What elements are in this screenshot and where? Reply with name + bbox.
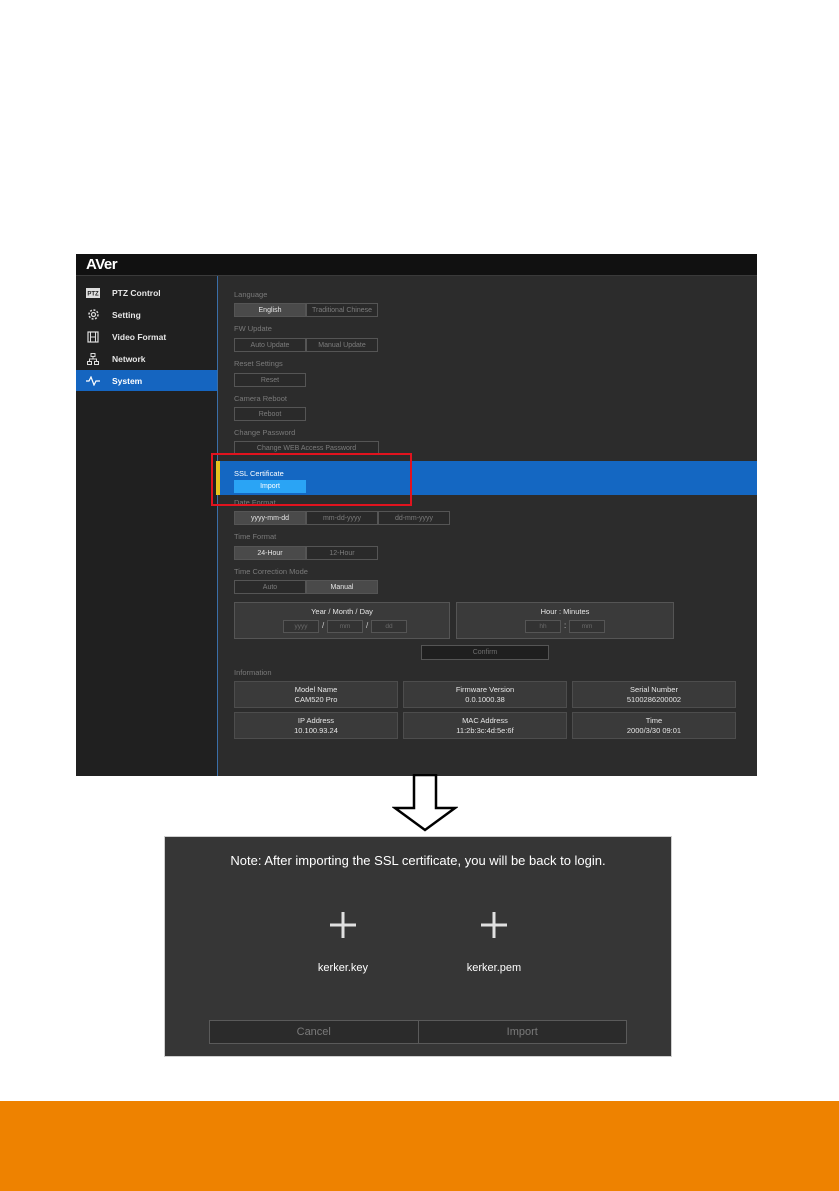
reboot-button[interactable]: Reboot [234,407,306,421]
network-icon [86,352,100,366]
film-icon [86,330,100,344]
hour-input[interactable]: hh [525,620,561,633]
dialog-button-bar: Cancel Import [209,1020,627,1044]
info-title: Time [645,716,663,725]
time-correction-mode-label: Time Correction Mode [234,567,308,576]
time-format-24h-button[interactable]: 24-Hour [234,546,306,560]
info-time: Time 2000/3/30 09:01 [572,712,736,739]
date-format-dmy-button[interactable]: dd-mm-yyyy [378,511,450,525]
info-value: 10.100.93.24 [294,726,338,735]
info-value: 0.0.1000.38 [465,695,505,704]
dialog-note: Note: After importing the SSL certificat… [230,853,606,868]
info-value: 2000/3/30 09:01 [626,726,682,735]
down-arrow-icon [392,774,458,832]
information-label: Information [234,668,272,677]
import-button[interactable]: Import [417,1021,627,1043]
info-model-name: Model Name CAM520 Pro [234,681,398,708]
auto-update-button[interactable]: Auto Update [234,338,306,352]
info-title: Model Name [294,685,338,694]
sidebar-item-ptz-control[interactable]: PTZ PTZ Control [76,282,217,303]
time-mode-manual-button[interactable]: Manual [306,580,378,594]
time-input-group: Hour : Minutes hh : mm [456,602,674,639]
sidebar-item-label: PTZ Control [112,287,161,298]
info-title: IP Address [297,716,335,725]
info-value: CAM520 Pro [294,695,338,704]
key-file-name: kerker.key [317,962,369,974]
date-input-title: Year / Month / Day [311,607,373,616]
time-mode-auto-button[interactable]: Auto [234,580,306,594]
info-firmware-version: Firmware Version 0.0.1000.38 [403,681,567,708]
date-format-ymd-button[interactable]: yyyy-mm-dd [234,511,306,525]
language-label: Language [234,290,268,299]
pem-file-slot[interactable]: kerker.pem [454,907,534,987]
minute-input[interactable]: mm [569,620,605,633]
confirm-button[interactable]: Confirm [421,645,549,660]
day-input[interactable]: dd [371,620,407,633]
time-separator: : [564,621,567,630]
date-input-group: Year / Month / Day yyyy / mm / dd [234,602,450,639]
info-title: Firmware Version [455,685,515,694]
sidebar: PTZ PTZ Control Setting Video Format Net… [76,276,218,776]
ptz-icon: PTZ [86,286,100,300]
sidebar-item-video-format[interactable]: Video Format [76,326,217,347]
sidebar-item-network[interactable]: Network [76,348,217,369]
fw-update-label: FW Update [234,324,272,333]
page-footer-band [0,1101,839,1191]
language-selector: English Traditional Chinese [234,303,378,317]
key-file-slot[interactable]: kerker.key [303,907,383,987]
camera-reboot-label: Camera Reboot [234,394,287,403]
time-input-title: Hour : Minutes [540,607,590,616]
plus-icon[interactable] [480,911,508,939]
info-ip-address: IP Address 10.100.93.24 [234,712,398,739]
info-value: 5100286200002 [626,695,682,704]
change-password-label: Change Password [234,428,296,437]
gear-icon [86,308,100,322]
info-mac-address: MAC Address 11:2b:3c:4d:5e:6f [403,712,567,739]
year-input[interactable]: yyyy [283,620,319,633]
top-bar: AVer [76,254,757,276]
reset-settings-label: Reset Settings [234,359,283,368]
date-separator: / [366,621,369,630]
pulse-icon [86,374,100,388]
info-value: 11:2b:3c:4d:5e:6f [456,726,514,735]
svg-text:PTZ: PTZ [87,291,99,297]
info-title: MAC Address [462,716,508,725]
reset-button[interactable]: Reset [234,373,306,387]
web-ui-screenshot: AVer PTZ PTZ Control Setting Video Forma… [76,254,757,776]
plus-icon[interactable] [329,911,357,939]
aver-logo: AVer [86,256,118,273]
info-serial-number: Serial Number 5100286200002 [572,681,736,708]
sidebar-item-label: Setting [112,309,141,320]
pem-file-name: kerker.pem [466,962,522,974]
sidebar-item-system[interactable]: System [76,370,217,391]
sidebar-item-label: System [112,375,143,386]
sidebar-item-label: Video Format [112,331,167,342]
time-format-12h-button[interactable]: 12-Hour [306,546,378,560]
time-format-selector: 24-Hour 12-Hour [234,546,378,560]
ssl-import-dialog: Note: After importing the SSL certificat… [164,836,672,1057]
time-format-label: Time Format [234,532,277,541]
month-input[interactable]: mm [327,620,363,633]
ssl-callout-highlight [211,453,412,506]
sidebar-item-label: Network [112,353,146,364]
language-english-button[interactable]: English [234,303,306,317]
date-format-mdy-button[interactable]: mm-dd-yyyy [306,511,378,525]
cancel-button[interactable]: Cancel [210,1021,418,1043]
language-traditional-chinese-button[interactable]: Traditional Chinese [306,303,378,317]
fw-update-selector: Auto Update Manual Update [234,338,378,352]
info-title: Serial Number [630,685,678,694]
date-separator: / [322,621,325,630]
date-format-selector: yyyy-mm-dd mm-dd-yyyy dd-mm-yyyy [234,511,450,525]
time-correction-selector: Auto Manual [234,580,378,594]
manual-update-button[interactable]: Manual Update [306,338,378,352]
system-settings-panel: Language English Traditional Chinese FW … [216,276,757,776]
sidebar-item-setting[interactable]: Setting [76,304,217,325]
